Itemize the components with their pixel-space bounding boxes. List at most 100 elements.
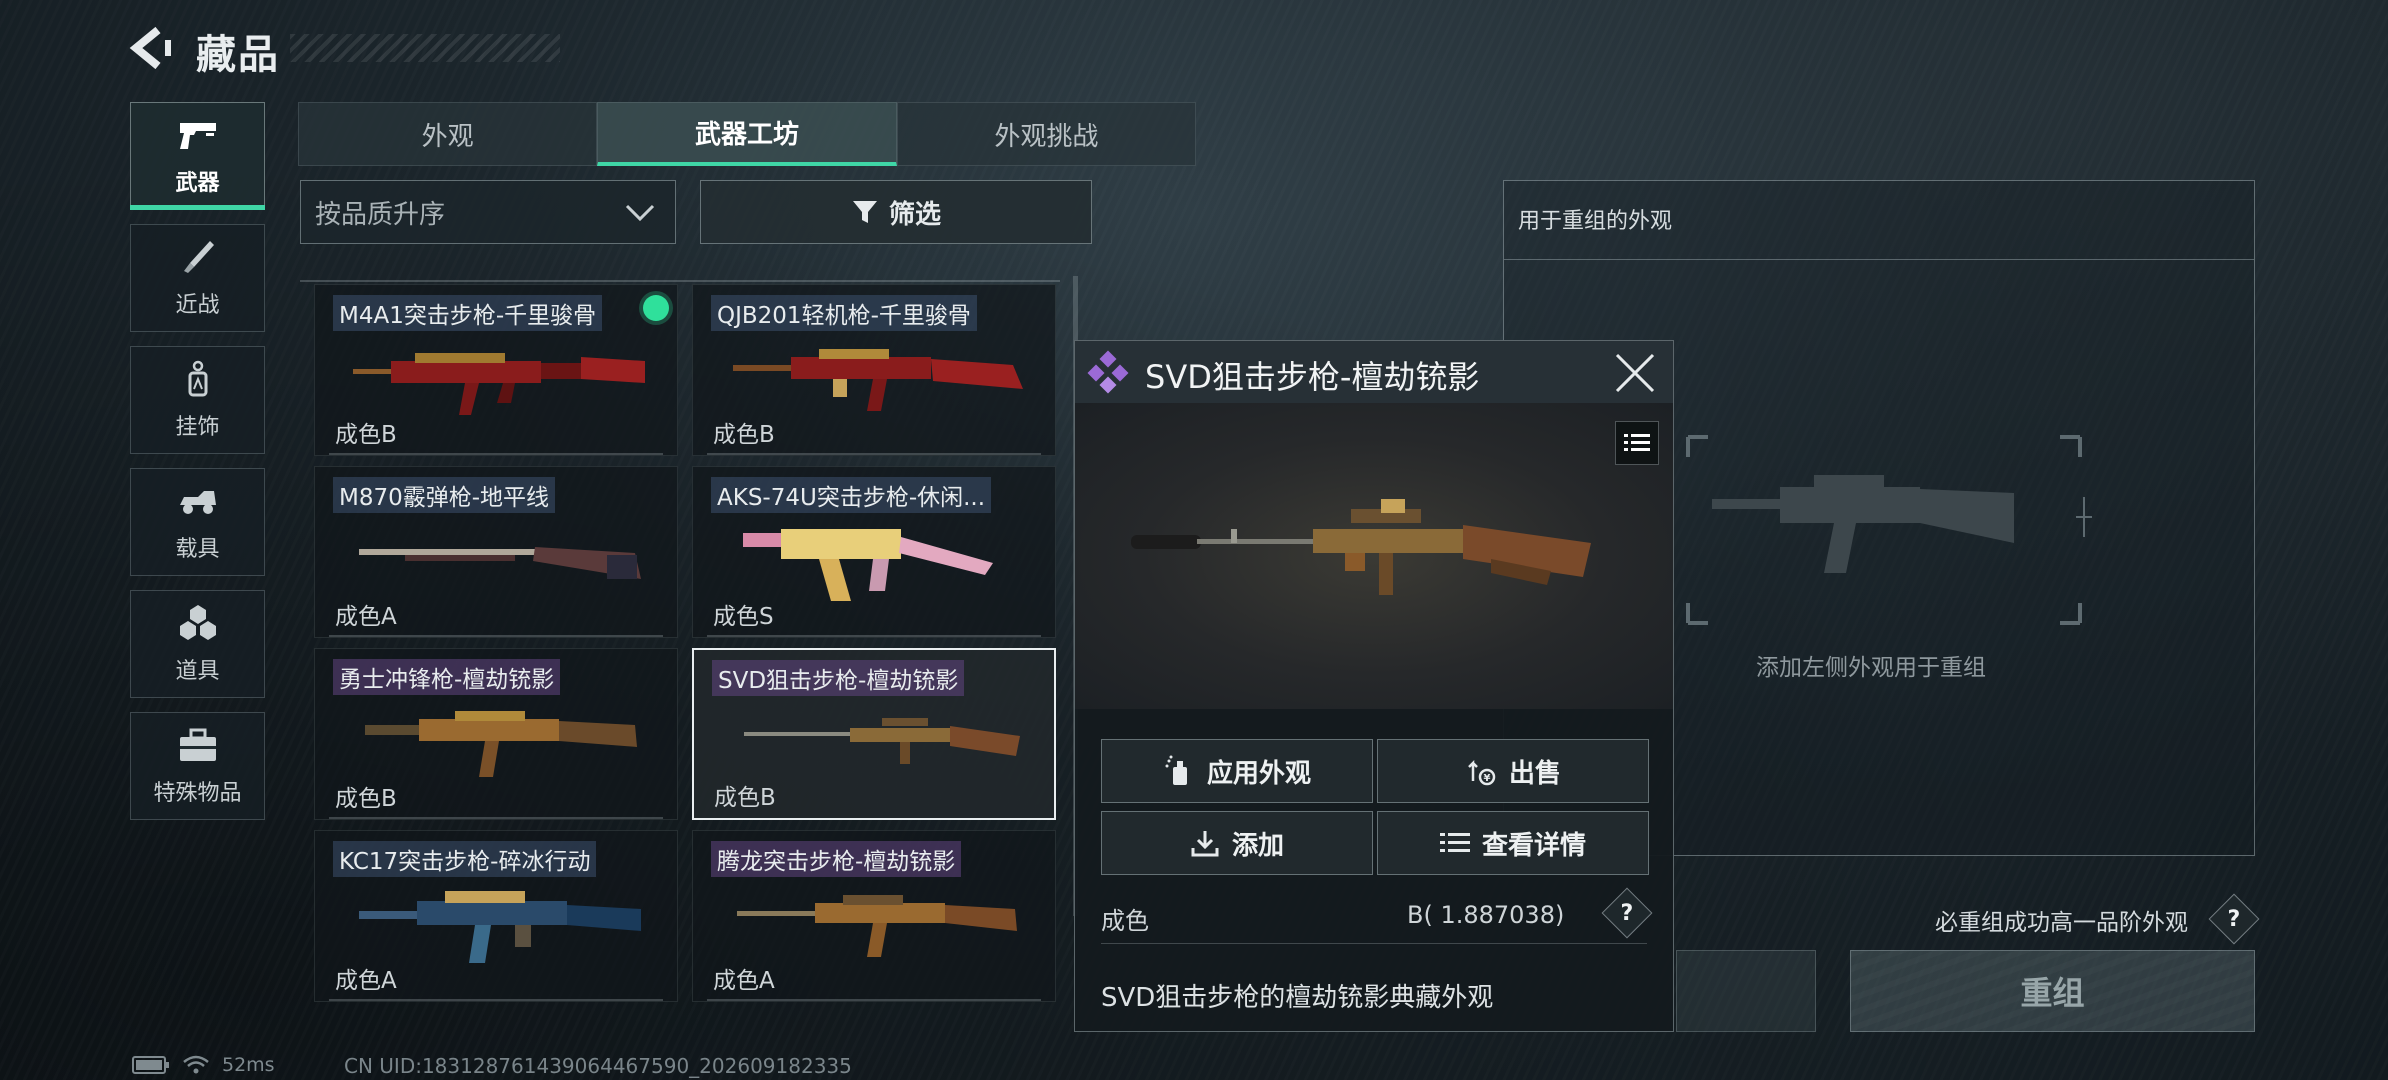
rarity-diamond-icon: [1087, 350, 1129, 394]
uid-text: CN UID:18312876143906446759​0_2026091823…: [344, 1054, 852, 1078]
view-label: 查看详情: [1481, 830, 1586, 861]
weapon-name: M4A1突击步枪-千里骏骨: [333, 295, 603, 331]
list-icon: [1624, 434, 1650, 451]
weapon-card[interactable]: AKS-74U突击步枪-休闲... 成色S: [692, 466, 1056, 638]
weapon-card[interactable]: M4A1突击步枪-千里骏骨 成色B: [314, 284, 678, 456]
card-divider: [329, 453, 663, 455]
sniper-rifle-preview-icon: [1131, 499, 1591, 595]
filter-label: 筛选: [888, 199, 941, 230]
card-divider: [707, 999, 1041, 1001]
weapon-grade: 成色A: [335, 968, 397, 994]
apply-label: 应用外观: [1206, 758, 1311, 789]
wifi-icon: [183, 1055, 209, 1074]
tab-appearance[interactable]: 外观: [298, 102, 598, 166]
rifle-icon: [737, 895, 1017, 957]
close-icon[interactable]: [1613, 351, 1657, 395]
download-icon: [1191, 831, 1219, 857]
recombine-button[interactable]: 重组: [1850, 950, 2255, 1032]
weapon-grade: 成色S: [713, 604, 774, 630]
grade-row: 成色 B( 1.887038) ?: [1101, 887, 1653, 944]
recombine-hint: 添加左侧外观用于重组: [1756, 655, 1986, 681]
smg-icon: [365, 711, 637, 777]
page-title: 藏品: [196, 32, 280, 78]
sidebar-item-vehicles[interactable]: 载具: [130, 468, 265, 576]
weapon-card[interactable]: QJB201轻机枪-千里骏骨 成色B: [692, 284, 1056, 456]
weapon-detail-popup: SVD狙击步枪-檀劫铳影 应用外观 ¥ 出售 添加 查看详情 成色 B(1.8…: [1074, 340, 1674, 1032]
tab-appearance-challenge[interactable]: 外观挑战: [896, 102, 1196, 166]
grade-label: 成色: [1101, 907, 1149, 935]
weapon-list: M4A1突击步枪-千里骏骨 成色B QJB201轻机枪-千里骏骨 成色B M87…: [300, 262, 1080, 1022]
sell-icon: ¥: [1468, 759, 1496, 786]
sidebar-item-label: 特殊物品: [153, 781, 242, 806]
sidebar-item-label: 载具: [175, 537, 220, 562]
chevron-down-icon: [625, 204, 655, 222]
charm-icon: [188, 360, 207, 397]
sidebar-item-melee[interactable]: 近战: [130, 224, 265, 332]
shotgun-icon: [359, 547, 641, 579]
equipped-indicator: [643, 295, 669, 321]
weapon-card[interactable]: KC17突击步枪-碎冰行动 成色A: [314, 830, 678, 1002]
sidebar-item-label: 挂饰: [175, 415, 220, 440]
filter-button[interactable]: 筛选: [700, 180, 1092, 244]
pistol-icon: [179, 123, 216, 149]
card-divider: [707, 453, 1041, 455]
sidebar-item-charms[interactable]: 挂饰: [130, 346, 265, 454]
weapon-grade: 成色B: [335, 786, 397, 812]
sniper-rifle-icon: [744, 718, 1020, 764]
sidebar-item-special[interactable]: 特殊物品: [130, 712, 265, 820]
add-button[interactable]: 添加: [1101, 811, 1373, 875]
rifle-icon: [359, 891, 641, 963]
recombine-header: 用于重组的外观: [1504, 181, 2254, 260]
weapon-card[interactable]: M870霰弹枪-地平线 成色A: [314, 466, 678, 638]
status-bar: 52ms: [132, 1054, 275, 1076]
list-top-fade: [300, 262, 1060, 282]
title-decoration: [290, 34, 560, 62]
grade-value: B( 1.887038): [1407, 901, 1565, 929]
knife-icon: [183, 241, 214, 273]
card-divider: [707, 635, 1041, 637]
filter-icon: [852, 201, 877, 223]
card-divider: [329, 999, 663, 1001]
back-arrow-icon[interactable]: [128, 26, 176, 70]
weapon-name: 勇士冲锋枪-檀劫铳影: [333, 659, 561, 695]
tab-weapon-workshop[interactable]: 武器工坊: [597, 102, 897, 166]
weapon-grade: 成色B: [713, 422, 775, 448]
popup-header: SVD狙击步枪-檀劫铳影: [1075, 341, 1673, 404]
weapon-grade: 成色A: [713, 968, 775, 994]
add-label: 添加: [1231, 830, 1284, 861]
weapon-grade: 成色B: [335, 422, 397, 448]
weapon-description: SVD狙击步枪的檀劫铳影典藏外观: [1101, 983, 1494, 1013]
rifle-icon: [353, 353, 645, 415]
weapon-name: QJB201轻机枪-千里骏骨: [711, 295, 977, 331]
weapon-grade: 成色B: [714, 785, 776, 811]
smg-icon: [743, 529, 993, 601]
list-menu-button[interactable]: [1615, 421, 1659, 465]
weapon-name: 腾龙突击步枪-檀劫铳影: [711, 841, 962, 877]
sidebar-item-label: 近战: [175, 293, 220, 318]
help-icon[interactable]: ?: [1601, 887, 1653, 939]
vehicle-icon: [179, 491, 216, 514]
card-divider: [329, 817, 663, 819]
sidebar-item-label: 武器: [175, 171, 220, 196]
weapon-card[interactable]: SVD狙击步枪-檀劫铳影 成色B: [692, 648, 1056, 820]
toolbox-icon: [179, 728, 216, 761]
sell-button[interactable]: ¥ 出售: [1377, 739, 1649, 803]
sidebar-item-weapons[interactable]: 武器: [130, 102, 265, 210]
view-details-button[interactable]: 查看详情: [1377, 811, 1649, 875]
grenades-icon: [179, 605, 216, 640]
secondary-slot[interactable]: [1676, 950, 1816, 1032]
recombine-title: 用于重组的外观: [1518, 209, 1673, 234]
weapon-card[interactable]: 腾龙突击步枪-檀劫铳影 成色A: [692, 830, 1056, 1002]
weapon-name: KC17突击步枪-碎冰行动: [333, 841, 597, 877]
card-divider: [329, 635, 663, 637]
sell-label: 出售: [1508, 758, 1561, 789]
sidebar-item-items[interactable]: 道具: [130, 590, 265, 698]
sort-dropdown[interactable]: 按品质升序: [300, 180, 676, 244]
tab-bar: 外观 武器工坊 外观挑战: [298, 102, 1196, 166]
weapon-name: M870霰弹枪-地平线: [333, 477, 556, 513]
guaranteed-text: 必重组成功高一品阶外观: [1935, 910, 2188, 936]
weapon-card[interactable]: 勇士冲锋枪-檀劫铳影 成色B: [314, 648, 678, 820]
apply-appearance-button[interactable]: 应用外观: [1101, 739, 1373, 803]
sort-label: 按品质升序: [315, 199, 446, 230]
empty-slot-rifle-icon: [1686, 435, 2092, 625]
